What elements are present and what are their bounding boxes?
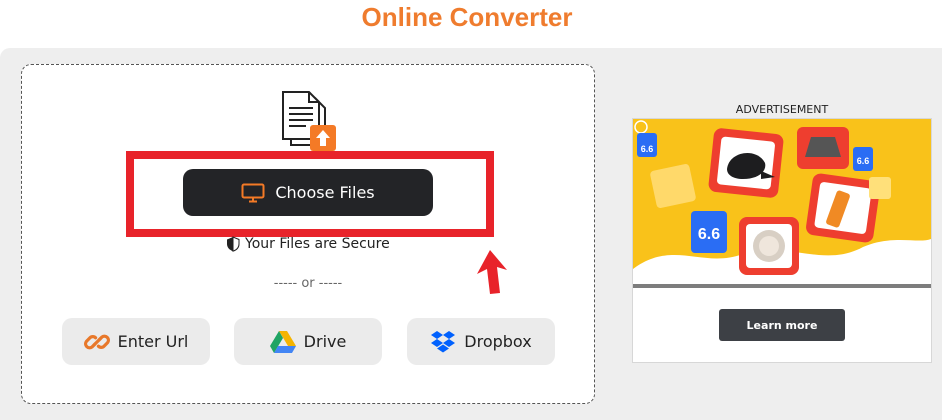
- enter-url-label: Enter Url: [117, 332, 189, 351]
- secure-notice: Your Files are Secure: [226, 235, 390, 253]
- monitor-icon: [241, 183, 265, 202]
- link-icon: [83, 334, 110, 349]
- or-divider: ----- or -----: [273, 276, 343, 291]
- ad-badge-text-3: 6.6: [698, 226, 720, 243]
- page-title: Online Converter: [361, 2, 573, 32]
- drive-button[interactable]: Drive: [234, 318, 382, 365]
- enter-url-button[interactable]: Enter Url: [62, 318, 210, 365]
- dropbox-icon: [431, 330, 456, 352]
- advertisement-label: ADVERTISEMENT: [735, 103, 829, 116]
- google-drive-icon: [269, 331, 296, 353]
- upload-file-icon: [282, 91, 336, 151]
- dropbox-label: Dropbox: [464, 332, 532, 351]
- choose-files-label: Choose Files: [275, 183, 375, 202]
- ad-badge-text-1: 6.6: [641, 144, 654, 154]
- ad-promo-image: 6.6 6.6 6.6: [633, 119, 931, 289]
- shield-icon: [227, 236, 240, 252]
- header-bar: Online Converter: [0, 0, 942, 48]
- ad-badge-text-2: 6.6: [857, 156, 870, 166]
- drive-label: Drive: [303, 332, 347, 351]
- learn-more-button[interactable]: Learn more: [719, 309, 845, 341]
- dropbox-button[interactable]: Dropbox: [407, 318, 555, 365]
- choose-files-button[interactable]: Choose Files: [183, 169, 433, 216]
- secure-text: Your Files are Secure: [245, 236, 390, 252]
